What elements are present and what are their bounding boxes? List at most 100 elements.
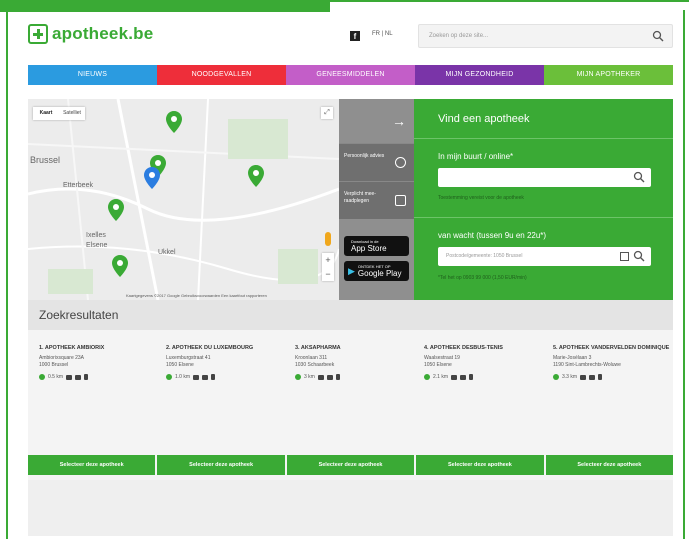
duty-placeholder: Postcode/gemeente: 1050 Brussel bbox=[446, 253, 523, 259]
walk-icon bbox=[335, 374, 340, 380]
select-pharmacy-button[interactable]: Selecteer deze apotheek bbox=[28, 455, 156, 475]
side-column: → Persoonlijk advies Verplicht mee-raadp… bbox=[339, 99, 414, 300]
distance-icon bbox=[424, 374, 430, 380]
nav-item-noodgevallen[interactable]: NOODGEVALLEN bbox=[157, 65, 286, 85]
panel-title: Vind een apotheek bbox=[414, 99, 673, 139]
pharmacy-meta: 0.5 km bbox=[39, 374, 159, 380]
results-header: Zoekresultaten bbox=[28, 300, 673, 330]
result-card[interactable]: 3. AKSAPHARMA Kroonlaan 311 1030 Schaarbe… bbox=[295, 345, 415, 380]
side-item-advies[interactable]: Persoonlijk advies bbox=[339, 143, 414, 181]
map-pin[interactable] bbox=[108, 199, 124, 221]
play-icon: ▶ bbox=[348, 265, 355, 276]
walk-icon bbox=[598, 374, 603, 380]
find-pharmacy-panel: Vind een apotheek In mijn buurt / online… bbox=[414, 99, 673, 300]
nav-item-mijn-gezondheid[interactable]: MIJN GEZONDHEID bbox=[415, 65, 544, 85]
frame-tab bbox=[0, 0, 330, 12]
car-icon bbox=[317, 374, 324, 380]
cross-logo-icon bbox=[28, 24, 48, 44]
nav-item-nieuws[interactable]: NIEUWS bbox=[28, 65, 157, 85]
result-card[interactable]: 1. APOTHEEK AMBIORIX Ambiorixsquare 23A 1… bbox=[39, 345, 159, 380]
map-pin[interactable] bbox=[166, 111, 182, 133]
arrow-right-icon[interactable]: → bbox=[339, 99, 414, 143]
select-pharmacy-button[interactable]: Selecteer deze apotheek bbox=[286, 455, 415, 475]
car-icon bbox=[451, 374, 458, 380]
distance-icon bbox=[39, 374, 45, 380]
duty-label: van wacht (tussen 9u en 22u*) bbox=[438, 231, 547, 240]
result-card[interactable]: 2. APOTHEEK DU LUXEMBOURG Luxemburgstraa… bbox=[166, 345, 286, 380]
pharmacy-map[interactable]: Brussel Etterbeek Ixelles Elsene Ukkel K… bbox=[28, 99, 339, 300]
logo-text: apotheek.be bbox=[52, 24, 154, 43]
results-title: Zoekresultaten bbox=[39, 308, 119, 322]
car-icon bbox=[580, 374, 587, 380]
distance-icon bbox=[166, 374, 172, 380]
side-item-label: Persoonlijk advies bbox=[344, 153, 385, 159]
map-type-toggle[interactable]: Kaart Satelliet bbox=[33, 107, 85, 120]
pharmacy-address: Luxemburgstraat 41 1050 Elsene bbox=[166, 355, 211, 368]
zoom-control[interactable]: + − bbox=[322, 253, 334, 281]
app-store-button[interactable]: Download in de App Store bbox=[344, 236, 409, 256]
side-item-raadplegen[interactable]: Verplicht mee-raadplegen bbox=[339, 181, 414, 219]
nav-item-mijn-apotheker[interactable]: MIJN APOTHEKER bbox=[544, 65, 673, 85]
site-search[interactable]: Zoeken op deze site... bbox=[418, 24, 673, 48]
duty-input[interactable]: Postcode/gemeente: 1050 Brussel bbox=[438, 247, 651, 266]
zoom-out-icon[interactable]: − bbox=[322, 267, 334, 281]
side-item-label: Verplicht mee-raadplegen bbox=[344, 191, 376, 204]
main-nav: NIEUWS NOODGEVALLEN GENEESMIDDELEN MIJN … bbox=[28, 65, 673, 85]
result-card[interactable]: 4. APOTHEEK DESBUS-TENIS Waalsestraat 19… bbox=[424, 345, 544, 380]
select-pharmacy-button[interactable]: Selecteer deze apotheek bbox=[157, 455, 285, 475]
car-icon bbox=[66, 374, 73, 380]
panel-divider bbox=[414, 217, 673, 218]
pharmacy-address: Waalsestraat 19 1050 Elsene bbox=[424, 355, 460, 368]
map-type-option[interactable]: Satelliet bbox=[59, 107, 85, 120]
map-attribution: Kaartgegevens ©2017 Google Gebruiksvoorw… bbox=[126, 293, 267, 298]
nav-item-geneesmiddelen[interactable]: GENEESMIDDELEN bbox=[286, 65, 415, 85]
pharmacy-address: Marie-Josélaan 3 1190 Sint-Lambrechts-Wol… bbox=[553, 355, 621, 368]
near-label: In mijn buurt / online* bbox=[438, 152, 514, 161]
pharmacy-address: Ambiorixsquare 23A 1000 Brussel bbox=[39, 355, 85, 368]
pharmacy-name: 5. APOTHEEK VANDERVELDEN DOMINIQUE bbox=[553, 345, 670, 351]
google-play-label: Google Play bbox=[357, 269, 402, 278]
site-logo[interactable]: apotheek.be bbox=[28, 24, 153, 44]
select-pharmacy-button[interactable]: Selecteer deze apotheek bbox=[545, 455, 674, 475]
bus-icon bbox=[202, 374, 209, 380]
frame-right-border bbox=[683, 10, 685, 539]
document-icon bbox=[395, 195, 406, 206]
map-pin[interactable] bbox=[112, 255, 128, 277]
distance-icon bbox=[553, 374, 559, 380]
search-icon[interactable] bbox=[633, 250, 645, 262]
search-icon[interactable] bbox=[633, 171, 645, 183]
zoom-in-icon[interactable]: + bbox=[322, 253, 334, 267]
map-type-option[interactable]: Kaart bbox=[33, 107, 59, 120]
chat-icon bbox=[395, 157, 406, 168]
language-switch[interactable]: FR | NL bbox=[372, 31, 393, 37]
results-list: 1. APOTHEEK AMBIORIX Ambiorixsquare 23A 1… bbox=[28, 330, 674, 536]
pharmacy-address: Kroonlaan 311 1030 Schaarbeek bbox=[295, 355, 335, 368]
walk-icon bbox=[211, 374, 216, 380]
fullscreen-icon[interactable]: ⤢ bbox=[321, 107, 333, 119]
near-note: Toestemming vereist voor de apotheek bbox=[438, 195, 524, 201]
map-pin-selected[interactable] bbox=[144, 167, 160, 189]
result-card[interactable]: 5. APOTHEEK VANDERVELDEN DOMINIQUE Marie… bbox=[553, 345, 673, 380]
facebook-icon[interactable]: f bbox=[350, 31, 360, 41]
calendar-icon[interactable] bbox=[620, 252, 629, 261]
select-buttons-row: Selecteer deze apotheek Selecteer deze a… bbox=[28, 455, 674, 475]
select-pharmacy-button[interactable]: Selecteer deze apotheek bbox=[416, 455, 544, 475]
distance-icon bbox=[295, 374, 301, 380]
search-icon[interactable] bbox=[652, 30, 664, 42]
map-pins bbox=[108, 111, 264, 277]
app-store-label: App Store bbox=[351, 244, 387, 253]
car-icon bbox=[193, 374, 200, 380]
google-play-button[interactable]: ▶ ONTDEK HET OP Google Play bbox=[344, 261, 409, 281]
bus-icon bbox=[589, 374, 596, 380]
pharmacy-meta: 3.3 km bbox=[553, 374, 673, 380]
bus-icon bbox=[460, 374, 467, 380]
site-header: apotheek.be f FR | NL Zoeken op deze sit… bbox=[28, 20, 673, 52]
map-pin[interactable] bbox=[248, 165, 264, 187]
search-placeholder: Zoeken op deze site... bbox=[429, 33, 489, 39]
walk-icon bbox=[469, 374, 474, 380]
street-view-icon[interactable] bbox=[325, 232, 331, 246]
near-input[interactable] bbox=[438, 168, 651, 187]
pharmacy-meta: 1.0 km bbox=[166, 374, 286, 380]
pharmacy-name: 4. APOTHEEK DESBUS-TENIS bbox=[424, 345, 503, 351]
duty-note: *Tel het op 0903 99 000 (1,50 EUR/min) bbox=[438, 275, 527, 281]
